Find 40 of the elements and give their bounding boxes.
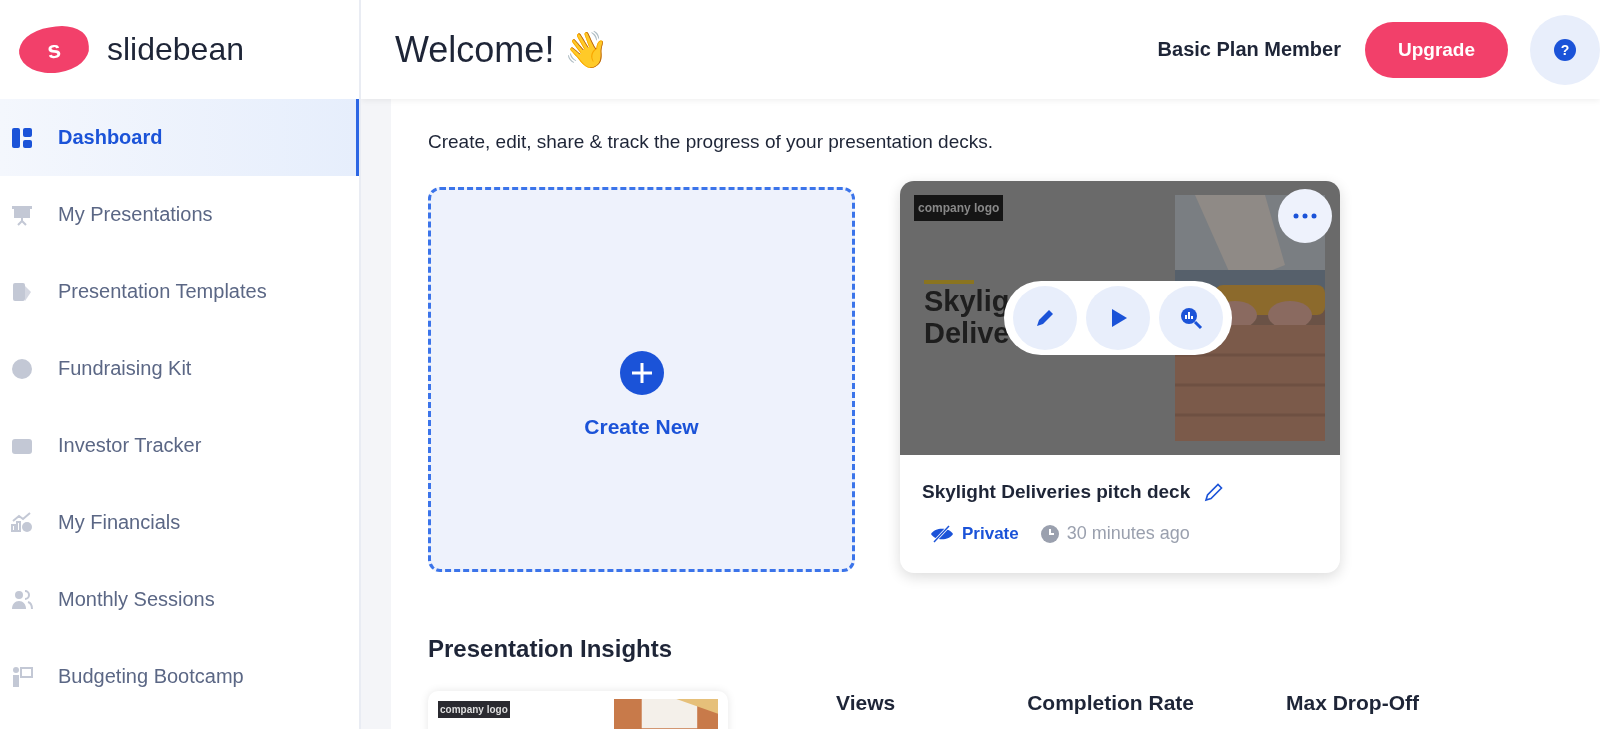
create-new-card[interactable]: Create New [428, 187, 855, 572]
sidebar-item[interactable]: Dashboard [0, 99, 359, 176]
column-heading: Views [836, 691, 896, 715]
sidebar-item[interactable]: Investor Tracker [0, 407, 359, 484]
sidebar-item[interactable]: Budgeting Bootcamp [0, 638, 359, 715]
pencil-icon[interactable] [1204, 482, 1225, 502]
visibility-label[interactable]: Private [922, 523, 1019, 544]
deck-name: Skylight Deliveries pitch deck [922, 481, 1191, 503]
slide-logo: company logo [914, 195, 1004, 221]
nav-icon [10, 587, 34, 612]
sidebar-item[interactable]: My Financials [0, 484, 359, 561]
page-title: Welcome! 👋 [395, 28, 611, 71]
upgrade-button[interactable]: Upgrade [1365, 21, 1508, 78]
nav-icon [10, 356, 34, 381]
column-heading: Max Drop-Off [1286, 691, 1419, 715]
sidebar-item[interactable]: Presentation Templates [0, 253, 359, 330]
column-heading: Completion Rate [1027, 691, 1194, 715]
slide-title: Skylig Delive [924, 285, 1010, 349]
plus-icon [619, 350, 664, 395]
sidebar-item[interactable]: My Presentations [0, 176, 359, 253]
nav-icon [10, 125, 34, 150]
nav-icon [10, 664, 34, 689]
analytics-button[interactable] [1159, 286, 1224, 350]
section-subtitle: Create, edit, share & track the progress of your presentation decks. [428, 131, 994, 153]
eye-off-icon [930, 524, 954, 543]
nav-icon [10, 510, 34, 535]
chart-search-icon [1179, 306, 1204, 330]
more-icon [1293, 213, 1317, 219]
section-heading: Presentation Insights [428, 635, 673, 662]
slide-logo: company logo [438, 701, 510, 718]
more-button[interactable] [1278, 189, 1332, 243]
help-button[interactable]: ? [1530, 14, 1600, 85]
deck-card[interactable]: company logo Skylig Delive Skylight Deliveries pitch deck Private 30 minutes ago [900, 181, 1340, 573]
updated-time: 30 minutes ago [1040, 523, 1190, 544]
edit-button[interactable] [1012, 286, 1077, 350]
sidebar-item[interactable]: Fundraising Kit [0, 330, 359, 407]
sidebar-item[interactable]: Monthly Sessions [0, 561, 359, 638]
clock-icon [1040, 524, 1059, 543]
logo-name: slidebean [107, 31, 244, 68]
plan-label: Basic Plan Member [1157, 38, 1341, 61]
